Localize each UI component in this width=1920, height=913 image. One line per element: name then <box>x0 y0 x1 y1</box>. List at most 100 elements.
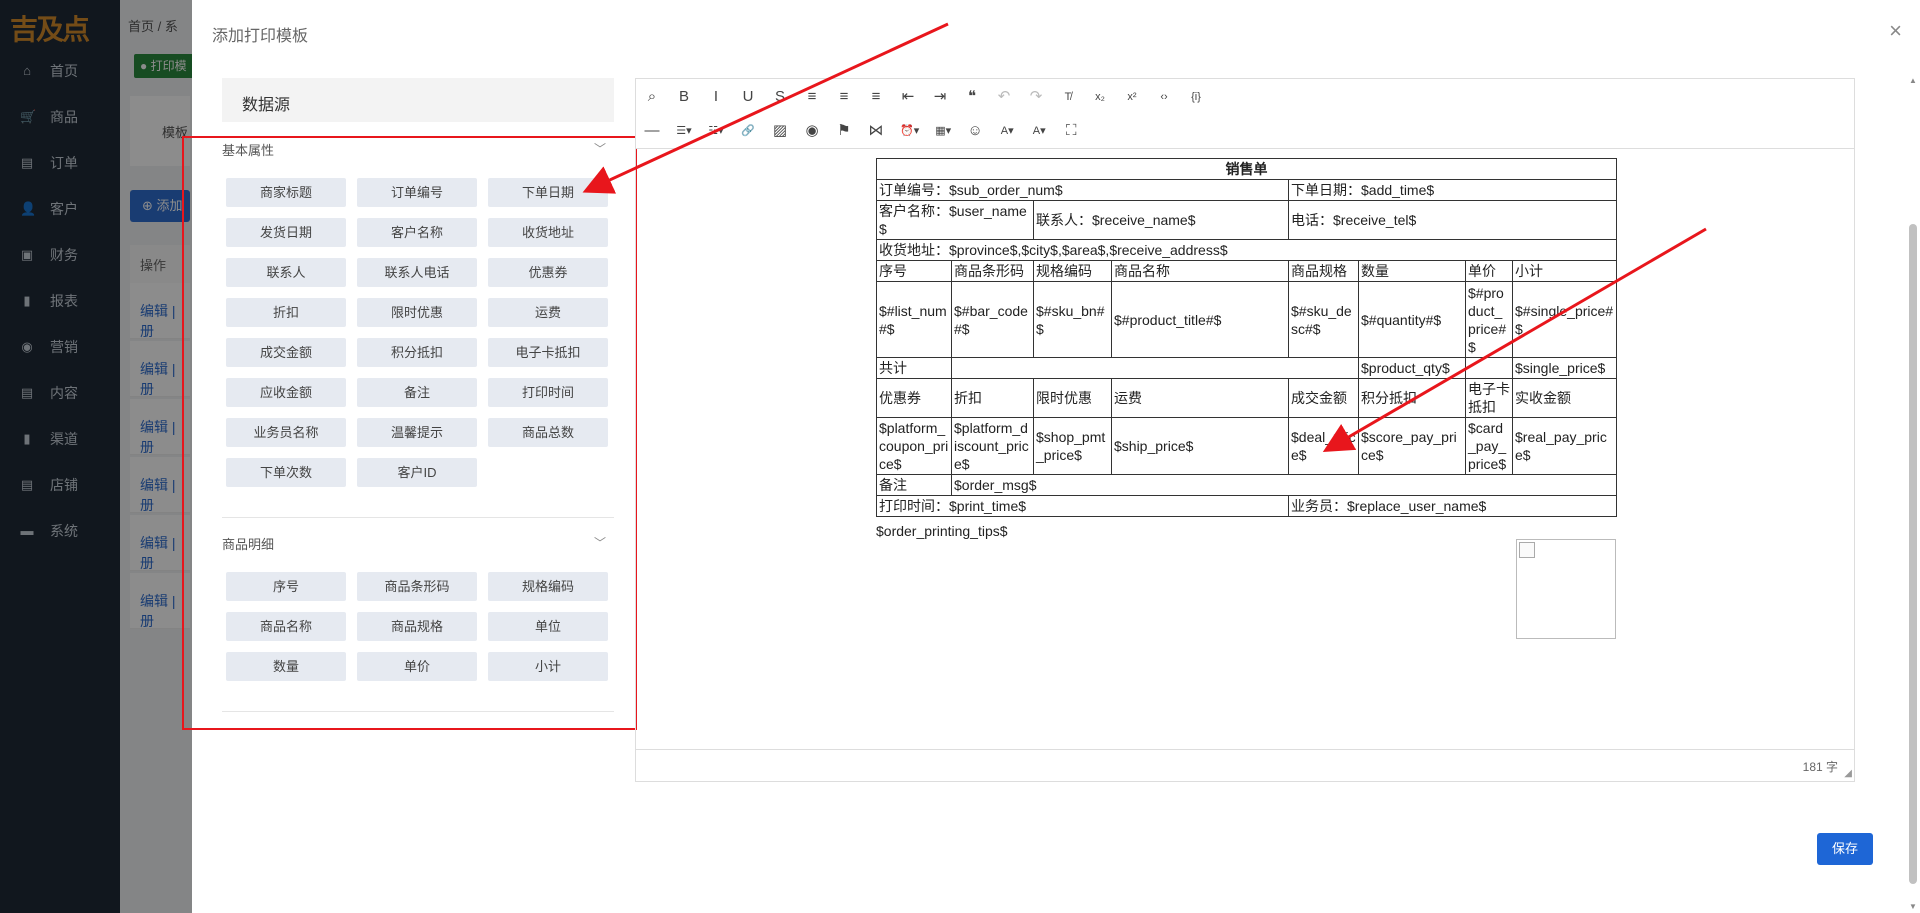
bookmark-icon[interactable]: ⚑ <box>836 121 852 141</box>
item-header-cell: 商品条形码 <box>951 260 1034 282</box>
total-blank-cell <box>1465 357 1513 379</box>
bold-icon[interactable]: B <box>676 87 692 107</box>
contact-cell: 联系人：$receive_name$ <box>1033 200 1289 240</box>
item-cell: $#product_title#$ <box>1111 281 1289 358</box>
item-cell: $#product_price#$ <box>1465 281 1513 358</box>
fee-value-cell: $ship_price$ <box>1111 417 1289 475</box>
numbered-list-icon[interactable]: ☷▾ <box>708 121 724 141</box>
item-header-cell: 商品规格 <box>1288 260 1359 282</box>
salesman-cell: 业务员：$replace_user_name$ <box>1288 495 1617 517</box>
horizontal-rule-icon[interactable]: — <box>644 121 660 141</box>
close-icon[interactable]: × <box>1889 20 1902 42</box>
rich-text-editor: ⌕ B I U S ≡ ≡ ≡ ⇤ ⇥ ❝ ↶ ↷ T̸ x₂ x² ‹› {i} — ☰▾ ☷▾ 🔗 ▨ ◉ ⚑ ⋈ ⏰▾ ▦▾ ☺… <box>635 78 1855 782</box>
table-icon[interactable]: ▦▾ <box>935 121 951 141</box>
dialog-scrollbar[interactable]: ▲ ▼ <box>1906 76 1920 913</box>
align-left-icon[interactable]: ≡ <box>804 87 820 107</box>
source-icon[interactable]: {i} <box>1188 87 1204 107</box>
fee-value-cell: $shop_pmt_price$ <box>1033 417 1112 475</box>
fee-value-cell: $score_pay_price$ <box>1358 417 1466 475</box>
outdent-icon[interactable]: ⇤ <box>900 87 916 107</box>
editor-statusbar: 181 字 ◢ <box>636 749 1854 781</box>
fee-header-cell: 折扣 <box>951 378 1034 418</box>
fee-value-cell: $platform_discount_price$ <box>951 417 1034 475</box>
indent-icon[interactable]: ⇥ <box>932 87 948 107</box>
item-cell: $#sku_desc#$ <box>1288 281 1359 358</box>
print-time-cell: 打印时间：$print_time$ <box>876 495 1289 517</box>
toolbar-row-2: — ☰▾ ☷▾ 🔗 ▨ ◉ ⚑ ⋈ ⏰▾ ▦▾ ☺ A▾ A▾ ⛶ <box>644 119 1095 143</box>
dialog-title: 添加打印模板 <box>212 28 309 45</box>
fee-header-cell: 实收金额 <box>1512 378 1617 418</box>
fee-header-cell: 成交金额 <box>1288 378 1359 418</box>
item-cell: $#bar_code#$ <box>951 281 1034 358</box>
sales-order-table: 销售单 订单编号：$sub_order_num$ 下单日期：$add_time$… <box>876 158 1617 517</box>
subscript-icon[interactable]: x₂ <box>1092 87 1108 107</box>
superscript-icon[interactable]: x² <box>1124 87 1140 107</box>
add-print-template-dialog: 添加打印模板 × 数据源 基本属性 ﹀ 商家标题 订单编号 下单日期 发货日期 客户名称… <box>182 0 1920 913</box>
fullscreen-icon[interactable]: ⛶ <box>1063 121 1079 141</box>
word-count: 181 字 <box>1802 760 1838 774</box>
find-icon[interactable]: ⌕ <box>644 87 660 107</box>
font-color-icon[interactable]: A▾ <box>999 121 1015 141</box>
total-label-cell: 共计 <box>876 357 952 379</box>
undo-icon[interactable]: ↶ <box>996 87 1012 107</box>
datasource-title: 数据源 <box>222 78 614 122</box>
clear-format-icon[interactable]: T̸ <box>1060 87 1076 107</box>
item-header-cell: 商品名称 <box>1111 260 1289 282</box>
strikethrough-icon[interactable]: S <box>772 87 788 107</box>
redo-icon[interactable]: ↷ <box>1028 87 1044 107</box>
fee-header-row: 优惠券 折扣 限时优惠 运费 成交金额 积分抵扣 电子卡抵扣 实收金额 <box>876 378 1617 418</box>
image-placeholder[interactable] <box>1516 539 1616 639</box>
item-cell: $#sku_bn#$ <box>1033 281 1112 358</box>
align-right-icon[interactable]: ≡ <box>868 87 884 107</box>
order-number-cell: 订单编号：$sub_order_num$ <box>876 179 1289 201</box>
fee-header-cell: 电子卡抵扣 <box>1465 378 1513 418</box>
fee-value-cell: $card_pay_price$ <box>1465 417 1513 475</box>
item-cell: $#single_price#$ <box>1512 281 1617 358</box>
save-button[interactable]: 保存 <box>1817 833 1873 865</box>
item-cell: $#quantity#$ <box>1358 281 1466 358</box>
printing-tips-text: $order_printing_tips$ <box>876 523 1008 539</box>
bullet-list-icon[interactable]: ☰▾ <box>676 121 692 141</box>
resize-handle-icon[interactable]: ◢ <box>1844 769 1852 779</box>
scrollbar-thumb[interactable] <box>1909 224 1917 884</box>
annotation-highlight-box <box>182 136 637 730</box>
code-icon[interactable]: ‹› <box>1156 87 1172 107</box>
image-icon[interactable]: ▨ <box>772 121 788 141</box>
toolbar-row-1: ⌕ B I U S ≡ ≡ ≡ ⇤ ⇥ ❝ ↶ ↷ T̸ x₂ x² ‹› {i} <box>644 85 1220 109</box>
phone-cell: 电话：$receive_tel$ <box>1288 200 1617 240</box>
remark-label-cell: 备注 <box>876 474 952 496</box>
customer-name-cell: 客户名称：$user_name$ <box>876 200 1034 240</box>
order-date-cell: 下单日期：$add_time$ <box>1288 179 1617 201</box>
item-header-cell: 小计 <box>1512 260 1617 282</box>
align-center-icon[interactable]: ≡ <box>836 87 852 107</box>
scroll-down-icon[interactable]: ▼ <box>1909 902 1917 911</box>
item-cell: $#list_num#$ <box>876 281 952 358</box>
scroll-up-icon[interactable]: ▲ <box>1909 76 1917 85</box>
total-price-cell: $single_price$ <box>1512 357 1617 379</box>
doc-title: 销售单 <box>876 158 1617 180</box>
item-header-row: 序号 商品条形码 规格编码 商品名称 商品规格 数量 单价 小计 <box>876 260 1617 282</box>
fee-header-cell: 优惠券 <box>876 378 952 418</box>
fee-value-cell: $real_pay_price$ <box>1512 417 1617 475</box>
item-header-cell: 单价 <box>1465 260 1513 282</box>
preview-icon[interactable]: ◉ <box>804 121 820 141</box>
address-cell: 收货地址：$province$,$city$,$area$,$receive_a… <box>876 239 1617 261</box>
total-qty-cell: $product_qty$ <box>1358 357 1466 379</box>
item-header-cell: 序号 <box>876 260 952 282</box>
underline-icon[interactable]: U <box>740 87 756 107</box>
link-icon[interactable]: 🔗 <box>740 121 756 141</box>
italic-icon[interactable]: I <box>708 87 724 107</box>
blockquote-icon[interactable]: ❝ <box>964 87 980 107</box>
page-break-icon[interactable]: ⋈ <box>868 121 884 141</box>
fee-header-cell: 运费 <box>1111 378 1289 418</box>
datetime-icon[interactable]: ⏰▾ <box>900 121 919 141</box>
fee-value-row: $platform_coupon_price$ $platform_discoun… <box>876 417 1617 475</box>
editor-content[interactable]: 销售单 订单编号：$sub_order_num$ 下单日期：$add_time$… <box>636 150 1854 750</box>
broken-image-icon <box>1519 542 1535 558</box>
fee-value-cell: $deal_price$ <box>1288 417 1359 475</box>
background-color-icon[interactable]: A▾ <box>1031 121 1047 141</box>
item-header-cell: 数量 <box>1358 260 1466 282</box>
item-template-row: $#list_num#$ $#bar_code#$ $#sku_bn#$ $#prod… <box>876 281 1617 358</box>
item-header-cell: 规格编码 <box>1033 260 1112 282</box>
emoji-icon[interactable]: ☺ <box>967 121 983 141</box>
